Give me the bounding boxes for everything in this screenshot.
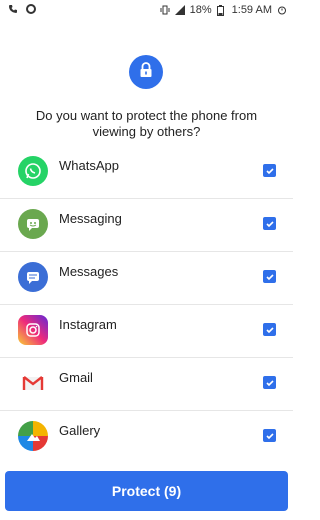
messages-icon bbox=[18, 262, 48, 292]
protect-button[interactable]: Protect (9) bbox=[5, 471, 288, 511]
list-item-messages[interactable]: Messages bbox=[0, 252, 293, 305]
app-label: Gallery bbox=[59, 423, 101, 438]
checkbox-messages[interactable] bbox=[263, 270, 276, 283]
app-label: WhatsApp bbox=[59, 158, 119, 173]
phone-icon bbox=[8, 4, 18, 14]
app-label: Gmail bbox=[59, 370, 93, 385]
list-item-gmail[interactable]: Gmail bbox=[0, 358, 293, 411]
battery-icon bbox=[216, 5, 227, 16]
signal-icon bbox=[174, 5, 185, 15]
list-item-whatsapp[interactable]: WhatsApp bbox=[0, 146, 293, 199]
clock: 1:59 AM bbox=[231, 4, 272, 16]
app-label: Messaging bbox=[59, 211, 122, 226]
battery-percent: 18% bbox=[189, 4, 212, 16]
app-label: Instagram bbox=[59, 317, 117, 332]
lock-badge bbox=[129, 55, 163, 89]
checkbox-whatsapp[interactable] bbox=[263, 164, 276, 177]
gallery-icon bbox=[18, 421, 48, 451]
list-item-messaging[interactable]: Messaging bbox=[0, 199, 293, 252]
checkbox-instagram[interactable] bbox=[263, 323, 276, 336]
app-list: WhatsApp Messaging Messages Instagram Gm… bbox=[0, 146, 293, 462]
alarm-icon bbox=[277, 5, 287, 15]
record-icon bbox=[26, 4, 36, 14]
lock-icon bbox=[139, 61, 153, 83]
checkbox-messaging[interactable] bbox=[263, 217, 276, 230]
list-item-gallery[interactable]: Gallery bbox=[0, 411, 293, 462]
checkbox-gmail[interactable] bbox=[263, 376, 276, 389]
messaging-icon bbox=[18, 209, 48, 239]
instagram-icon bbox=[18, 315, 48, 345]
gmail-icon bbox=[18, 368, 48, 398]
checkbox-gallery[interactable] bbox=[263, 429, 276, 442]
status-bar: 18% 1:59 AM bbox=[0, 0, 293, 20]
whatsapp-icon bbox=[18, 156, 48, 186]
app-label: Messages bbox=[59, 264, 119, 279]
protect-question: Do you want to protect the phone from vi… bbox=[35, 108, 258, 139]
list-item-instagram[interactable]: Instagram bbox=[0, 305, 293, 358]
vibrate-icon bbox=[160, 5, 170, 15]
